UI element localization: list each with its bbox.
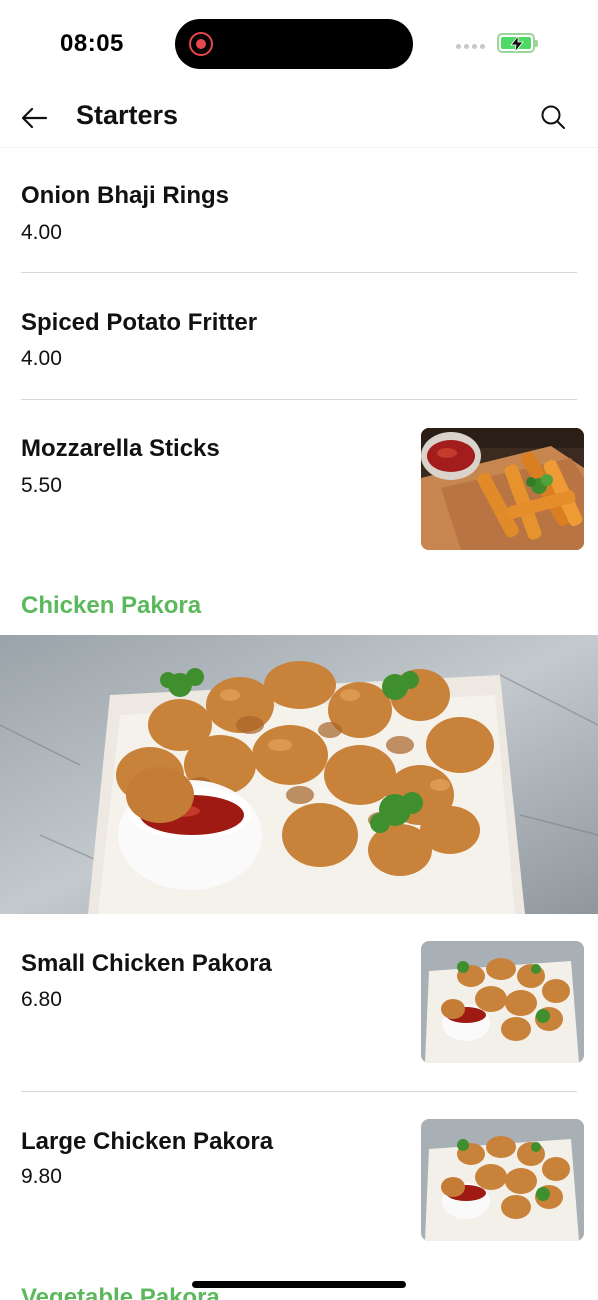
page-title: Starters xyxy=(76,100,179,130)
item-price: 4.00 xyxy=(21,221,62,244)
item-name: Onion Bhaji Rings xyxy=(21,182,229,209)
back-button[interactable] xyxy=(18,102,50,134)
item-price: 5.50 xyxy=(21,474,62,497)
battery-icon xyxy=(497,33,538,53)
recording-icon xyxy=(189,32,213,56)
status-time: 08:05 xyxy=(60,30,124,57)
mozzarella-sticks-photo xyxy=(421,428,584,550)
chicken-pakora-photo xyxy=(421,1119,584,1241)
item-name: Spiced Potato Fritter xyxy=(21,309,258,336)
chicken-pakora-hero-photo xyxy=(0,635,598,914)
menu-item[interactable]: Spiced Potato Fritter 4.00 xyxy=(0,274,598,399)
charging-bolt-icon xyxy=(510,36,524,52)
app-header: Starters xyxy=(0,88,598,148)
signal-icon xyxy=(456,44,485,49)
chicken-pakora-photo xyxy=(421,941,584,1063)
arrow-left-icon xyxy=(21,107,48,129)
item-name: Small Chicken Pakora xyxy=(21,950,272,977)
divider xyxy=(21,272,577,273)
status-bar: 08:05 xyxy=(0,0,598,88)
item-name: Large Chicken Pakora xyxy=(21,1128,274,1155)
dynamic-island xyxy=(175,19,413,69)
item-name: Mozzarella Sticks xyxy=(21,435,220,462)
section-title-vegetable-pakora: Vegetable Pakora xyxy=(21,1284,220,1300)
home-indicator[interactable] xyxy=(192,1281,406,1288)
item-price: 6.80 xyxy=(21,988,62,1011)
search-icon xyxy=(541,105,565,129)
search-button[interactable] xyxy=(536,100,570,134)
item-price: 9.80 xyxy=(21,1165,62,1188)
item-price: 4.00 xyxy=(21,347,62,370)
menu-item[interactable]: Onion Bhaji Rings 4.00 xyxy=(0,150,598,274)
section-title-chicken-pakora: Chicken Pakora xyxy=(21,592,202,619)
